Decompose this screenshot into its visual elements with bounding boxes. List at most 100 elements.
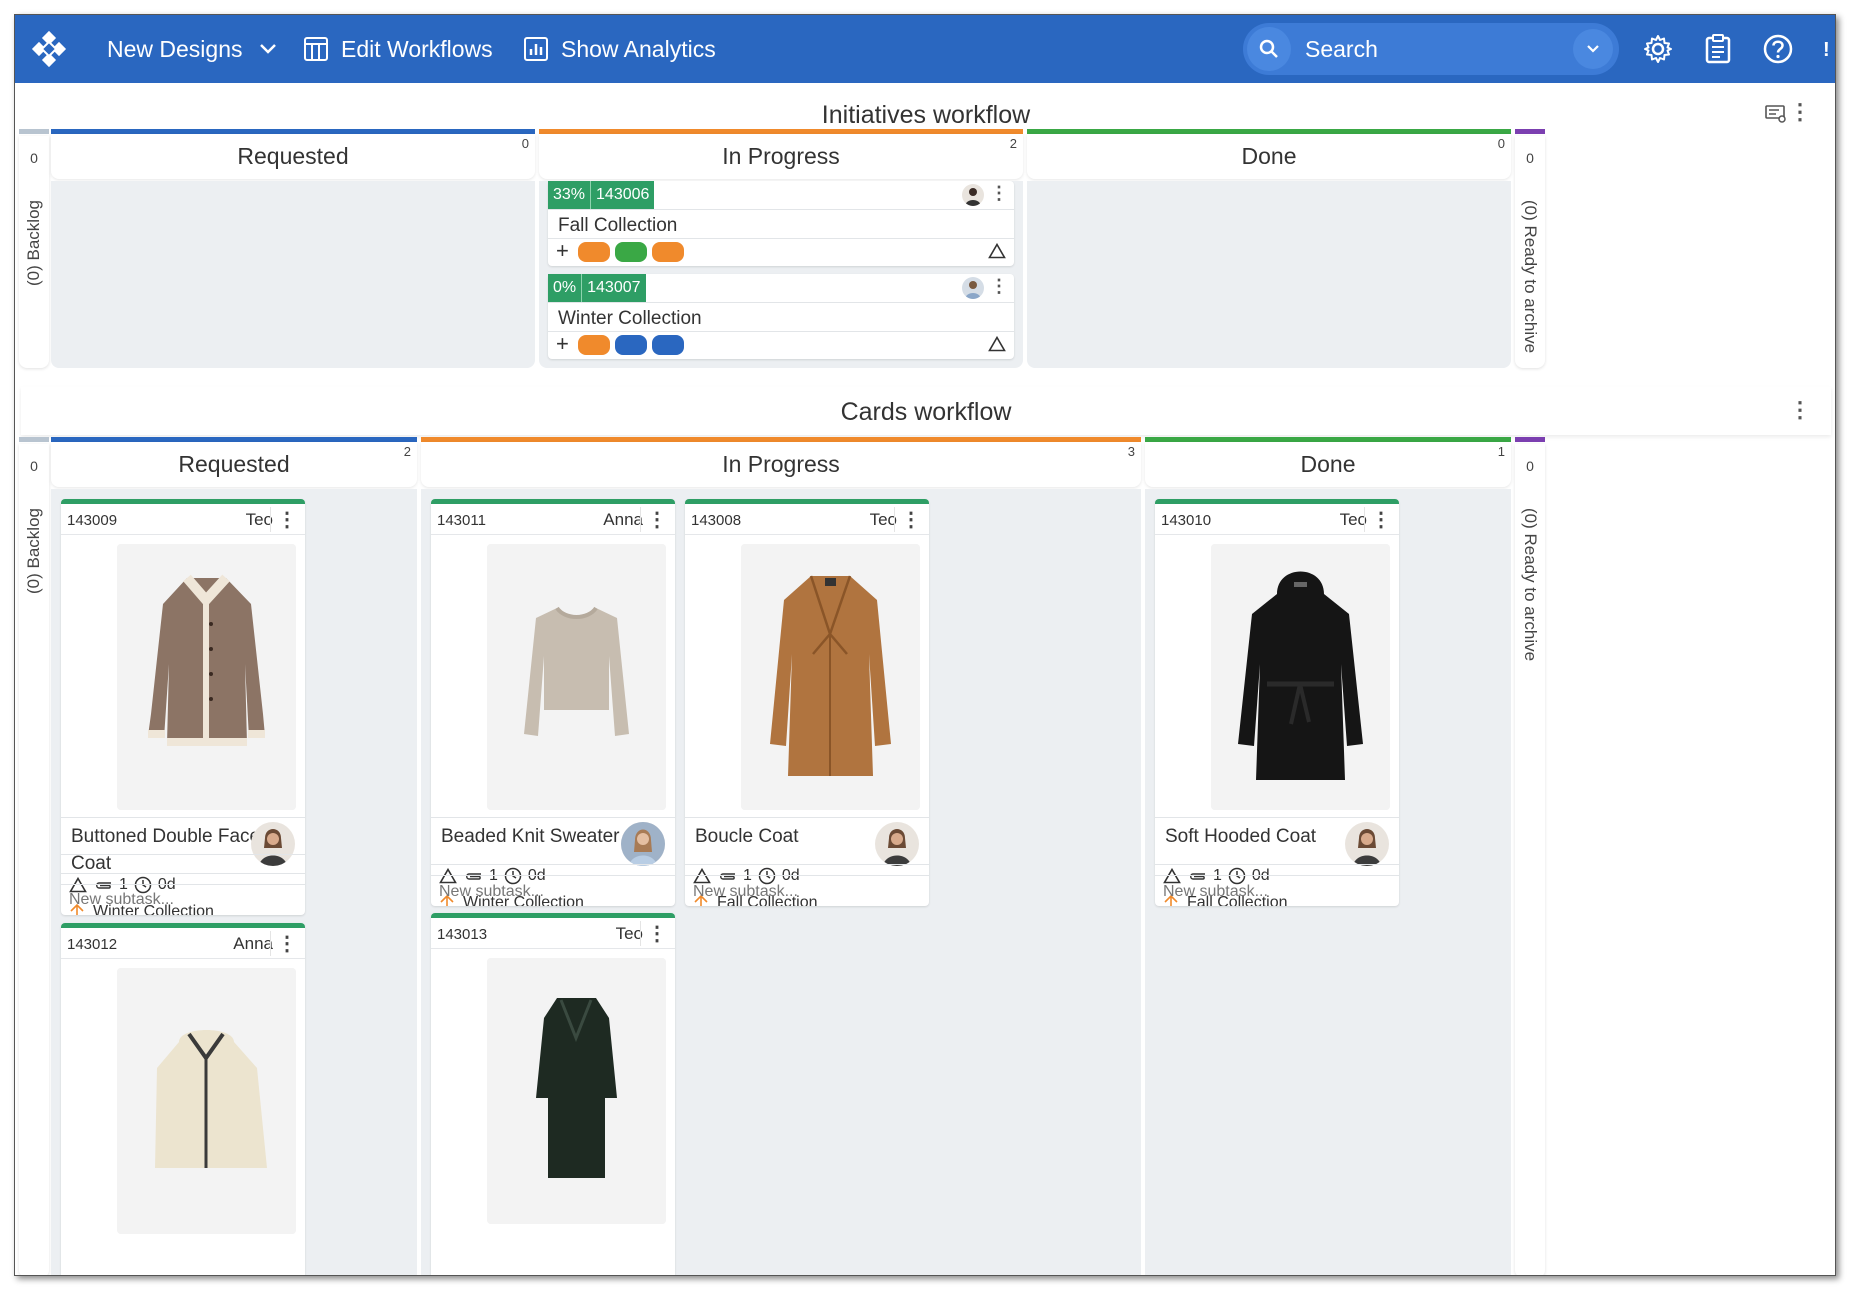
progress-badge: 33% 143006	[548, 181, 655, 209]
task-card[interactable]: 143012 Anna ⋮	[61, 923, 305, 1275]
progress-badge: 0% 143007	[548, 274, 646, 302]
warning-triangle-icon[interactable]	[988, 336, 1006, 352]
initiatives-column-requested[interactable]: Requested 0	[51, 134, 535, 179]
edit-workflows-button[interactable]: Edit Workflows	[303, 15, 493, 83]
search-box[interactable]: Search	[1243, 23, 1619, 75]
new-subtask-input[interactable]: New subtask...	[439, 883, 544, 901]
card-more-menu-icon[interactable]: ⋮	[990, 277, 1008, 295]
board-menu-label: New Designs	[107, 35, 243, 62]
archive-strip	[1515, 437, 1545, 442]
initiatives-column-done[interactable]: Done 0	[1027, 134, 1511, 179]
child-status-pill[interactable]	[578, 335, 610, 355]
cards-archive-column[interactable]: 0 (0) Ready to archive	[1515, 444, 1545, 1275]
child-status-pill[interactable]	[652, 242, 684, 262]
product-image[interactable]	[487, 544, 666, 810]
product-image[interactable]	[741, 544, 920, 810]
card-status-bar	[61, 499, 305, 504]
archive-label: (0) Ready to archive	[1521, 508, 1540, 662]
backlog-count: 0	[30, 150, 38, 166]
task-card[interactable]: 143013 Teo ⋮	[431, 913, 675, 1275]
add-child-button[interactable]: +	[556, 331, 569, 357]
initiatives-workflow-title: Initiatives workflow	[821, 101, 1031, 129]
search-dropdown-icon[interactable]	[1573, 29, 1613, 69]
initiative-card[interactable]: 0% 143007 ⋮ Winter Collection +	[548, 274, 1014, 359]
velvet-dress-image	[487, 958, 666, 1224]
archive-strip	[1515, 129, 1545, 134]
divider	[431, 875, 675, 876]
help-icon[interactable]	[1761, 32, 1795, 66]
avatar[interactable]	[621, 822, 665, 866]
product-image[interactable]	[487, 958, 666, 1224]
card-more-menu-icon[interactable]: ⋮	[640, 921, 667, 946]
settings-gear-icon[interactable]	[1641, 32, 1675, 66]
card-status-bar	[61, 923, 305, 928]
card-more-menu-icon[interactable]: ⋮	[270, 507, 297, 532]
warning-triangle-icon[interactable]	[439, 868, 457, 884]
cards-column-done[interactable]: Done 1	[1145, 442, 1511, 487]
column-count: 0	[521, 136, 529, 151]
cards-more-menu-icon[interactable]: ⋮	[1789, 399, 1811, 421]
divider	[548, 331, 1014, 332]
card-assignee: Teo	[245, 510, 273, 529]
divider	[61, 873, 305, 874]
top-navigation-bar: New Designs Edit Workflows Show Analytic…	[15, 15, 1835, 83]
avatar[interactable]	[251, 822, 295, 866]
attachment-icon[interactable]	[463, 870, 483, 882]
search-icon[interactable]	[1247, 27, 1291, 71]
card-more-menu-icon[interactable]: ⋮	[990, 184, 1008, 202]
attachment-icon[interactable]	[717, 870, 737, 882]
child-status-pill[interactable]	[578, 242, 610, 262]
avatar[interactable]	[875, 822, 919, 866]
avatar[interactable]	[1345, 822, 1389, 866]
task-card[interactable]: 143009 Teo ⋮ Buttoned Double Faced Coat	[61, 499, 305, 915]
filter-settings-icon[interactable]	[1765, 105, 1787, 128]
card-more-menu-icon[interactable]: ⋮	[894, 507, 921, 532]
search-input[interactable]: Search	[1305, 36, 1573, 63]
warning-triangle-icon[interactable]	[693, 868, 711, 884]
child-status-pill[interactable]	[615, 242, 647, 262]
clipboard-icon[interactable]	[1701, 32, 1735, 66]
card-title: Boucle Coat	[695, 826, 799, 847]
cards-backlog-column[interactable]: 0 (0) Backlog	[19, 444, 49, 1275]
new-subtask-input[interactable]: New subtask...	[69, 891, 174, 909]
divider	[1155, 534, 1399, 535]
initiatives-column-in-progress[interactable]: In Progress 2	[539, 134, 1023, 179]
avatar[interactable]	[962, 184, 984, 206]
task-card[interactable]: 143010 Teo ⋮ Soft Hooded Coat 1 0d	[1155, 499, 1399, 906]
add-child-button[interactable]: +	[556, 238, 569, 264]
product-image[interactable]	[117, 968, 296, 1234]
backlog-label: (0) Backlog	[24, 200, 43, 286]
warning-triangle-icon[interactable]	[988, 243, 1006, 259]
shearling-coat-image	[117, 544, 296, 810]
card-more-menu-icon[interactable]: ⋮	[270, 931, 297, 956]
column-name: In Progress	[722, 143, 840, 169]
attachment-icon[interactable]	[1187, 870, 1207, 882]
initiatives-archive-column[interactable]: 0 (0) Ready to archive	[1515, 136, 1545, 368]
initiative-card[interactable]: 33% 143006 ⋮ Fall Collection +	[548, 181, 1014, 266]
new-subtask-input[interactable]: New subtask...	[693, 883, 798, 901]
initiatives-backlog-column[interactable]: 0 (0) Backlog	[19, 136, 49, 368]
cards-column-requested[interactable]: Requested 2	[51, 442, 417, 487]
task-card[interactable]: 143011 Anna ⋮ Beaded Knit Sweater 1 0d W…	[431, 499, 675, 906]
product-image[interactable]	[1211, 544, 1390, 810]
attachment-icon[interactable]	[93, 879, 113, 891]
product-image[interactable]	[117, 544, 296, 810]
task-card[interactable]: 143008 Teo ⋮ Boucle Coat 1 0d	[685, 499, 929, 906]
show-analytics-button[interactable]: Show Analytics	[523, 15, 716, 83]
child-status-pill[interactable]	[652, 335, 684, 355]
column-name: Done	[1241, 143, 1297, 169]
app-logo-icon[interactable]	[29, 29, 69, 69]
warning-triangle-icon[interactable]	[1163, 868, 1181, 884]
new-subtask-input[interactable]: New subtask...	[1163, 883, 1268, 901]
divider	[548, 209, 1014, 210]
child-status-pill[interactable]	[615, 335, 647, 355]
cards-column-in-progress[interactable]: In Progress 3	[421, 442, 1141, 487]
board-menu-button[interactable]: New Designs	[107, 15, 277, 83]
card-more-menu-icon[interactable]: ⋮	[640, 507, 667, 532]
app-window: New Designs Edit Workflows Show Analytic…	[14, 14, 1836, 1276]
initiatives-more-menu-icon[interactable]: ⋮	[1789, 101, 1811, 123]
overflow-edge-icon: !	[1823, 39, 1830, 61]
avatar[interactable]	[962, 277, 984, 299]
card-more-menu-icon[interactable]: ⋮	[1364, 507, 1391, 532]
divider	[685, 534, 929, 535]
